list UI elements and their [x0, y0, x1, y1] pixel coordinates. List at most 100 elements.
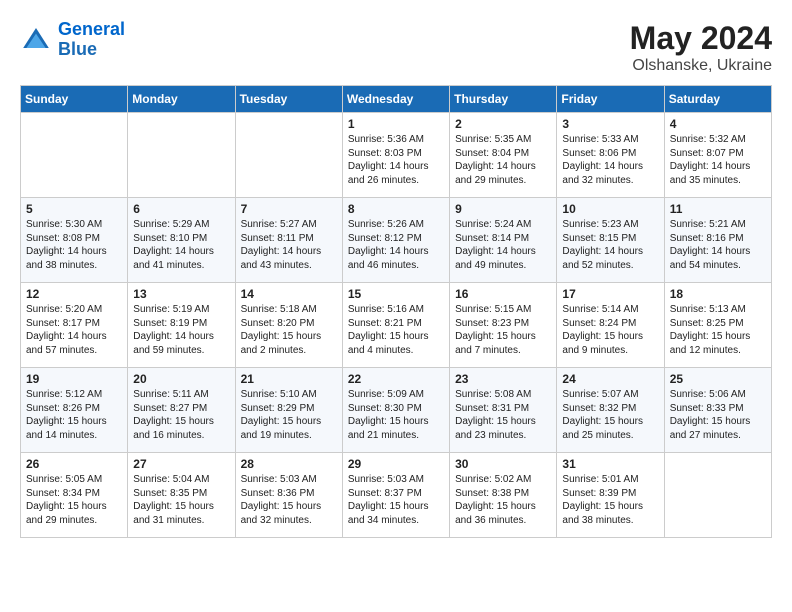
calendar-cell: 12 Sunrise: 5:20 AM Sunset: 8:17 PM Dayli…: [21, 283, 128, 368]
day-info: Sunrise: 5:06 AM Sunset: 8:33 PM Dayligh…: [670, 388, 766, 442]
day-number: 3: [562, 117, 658, 131]
calendar-cell: 22 Sunrise: 5:09 AM Sunset: 8:30 PM Dayli…: [342, 368, 449, 453]
calendar-cell: 27 Sunrise: 5:04 AM Sunset: 8:35 PM Dayli…: [128, 453, 235, 538]
day-info: Sunrise: 5:05 AM Sunset: 8:34 PM Dayligh…: [26, 473, 122, 527]
calendar-cell: 7 Sunrise: 5:27 AM Sunset: 8:11 PM Daylig…: [235, 198, 342, 283]
weekday-header: Monday: [128, 86, 235, 113]
day-number: 8: [348, 202, 444, 216]
calendar-cell: 16Sunrise: 5:15 AM Sunset: 8:23 PM Dayli…: [450, 283, 557, 368]
day-info: Sunrise: 5:35 AM Sunset: 8:04 PM Dayligh…: [455, 133, 551, 187]
day-number: 22: [348, 372, 444, 386]
day-info: Sunrise: 5:32 AM Sunset: 8:07 PM Dayligh…: [670, 133, 766, 187]
day-info: Sunrise: 5:36 AM Sunset: 8:03 PM Dayligh…: [348, 133, 444, 187]
calendar-cell: 15 Sunrise: 5:16 AM Sunset: 8:21 PM Dayli…: [342, 283, 449, 368]
calendar-cell: 8 Sunrise: 5:26 AM Sunset: 8:12 PM Daylig…: [342, 198, 449, 283]
day-info: Sunrise: 5:14 AM Sunset: 8:24 PM Dayligh…: [562, 303, 658, 357]
calendar-table: SundayMondayTuesdayWednesdayThursdayFrid…: [20, 85, 772, 538]
day-number: 19: [26, 372, 122, 386]
day-number: 28: [241, 457, 337, 471]
day-number: 4: [670, 117, 766, 131]
logo-line1: General: [58, 19, 125, 39]
calendar-cell: 31 Sunrise: 5:01 AM Sunset: 8:39 PM Dayli…: [557, 453, 664, 538]
calendar-week-row: 5Sunrise: 5:30 AM Sunset: 8:08 PM Daylig…: [21, 198, 772, 283]
day-number: 27: [133, 457, 229, 471]
day-number: 11: [670, 202, 766, 216]
logo: General Blue: [20, 20, 125, 60]
day-info: Sunrise: 5:16 AM Sunset: 8:21 PM Dayligh…: [348, 303, 444, 357]
day-info: Sunrise: 5:11 AM Sunset: 8:27 PM Dayligh…: [133, 388, 229, 442]
calendar-cell: 17 Sunrise: 5:14 AM Sunset: 8:24 PM Dayli…: [557, 283, 664, 368]
day-number: 12: [26, 287, 122, 301]
day-number: 31: [562, 457, 658, 471]
day-number: 7: [241, 202, 337, 216]
day-number: 20: [133, 372, 229, 386]
day-info: Sunrise: 5:01 AM Sunset: 8:39 PM Dayligh…: [562, 473, 658, 527]
day-number: 14: [241, 287, 337, 301]
weekday-header: Tuesday: [235, 86, 342, 113]
calendar-cell: 11 Sunrise: 5:21 AM Sunset: 8:16 PM Dayli…: [664, 198, 771, 283]
day-info: Sunrise: 5:08 AM Sunset: 8:31 PM Dayligh…: [455, 388, 551, 442]
calendar-cell: 20 Sunrise: 5:11 AM Sunset: 8:27 PM Dayli…: [128, 368, 235, 453]
day-info: Sunrise: 5:19 AM Sunset: 8:19 PM Dayligh…: [133, 303, 229, 357]
day-info: Sunrise: 5:04 AM Sunset: 8:35 PM Dayligh…: [133, 473, 229, 527]
calendar-cell: 3 Sunrise: 5:33 AM Sunset: 8:06 PM Daylig…: [557, 113, 664, 198]
day-info: Sunrise: 5:03 AM Sunset: 8:36 PM Dayligh…: [241, 473, 337, 527]
logo-icon: [20, 24, 52, 56]
day-info: Sunrise: 5:21 AM Sunset: 8:16 PM Dayligh…: [670, 218, 766, 272]
calendar-cell: 18 Sunrise: 5:13 AM Sunset: 8:25 PM Dayli…: [664, 283, 771, 368]
day-number: 5: [26, 202, 122, 216]
page-header: General Blue May 2024 Olshanske, Ukraine: [20, 20, 772, 75]
calendar-cell: 10 Sunrise: 5:23 AM Sunset: 8:15 PM Dayli…: [557, 198, 664, 283]
logo-text: General Blue: [58, 20, 125, 60]
logo-line2: Blue: [58, 39, 97, 59]
calendar-cell: 14Sunrise: 5:18 AM Sunset: 8:20 PM Dayli…: [235, 283, 342, 368]
calendar-cell: 25 Sunrise: 5:06 AM Sunset: 8:33 PM Dayli…: [664, 368, 771, 453]
day-number: 29: [348, 457, 444, 471]
day-info: Sunrise: 5:24 AM Sunset: 8:14 PM Dayligh…: [455, 218, 551, 272]
day-number: 21: [241, 372, 337, 386]
day-info: Sunrise: 5:09 AM Sunset: 8:30 PM Dayligh…: [348, 388, 444, 442]
calendar-cell: 28 Sunrise: 5:03 AM Sunset: 8:36 PM Dayli…: [235, 453, 342, 538]
day-number: 25: [670, 372, 766, 386]
calendar-cell: 29 Sunrise: 5:03 AM Sunset: 8:37 PM Dayli…: [342, 453, 449, 538]
day-number: 26: [26, 457, 122, 471]
day-number: 10: [562, 202, 658, 216]
day-info: Sunrise: 5:20 AM Sunset: 8:17 PM Dayligh…: [26, 303, 122, 357]
calendar-cell: [235, 113, 342, 198]
day-info: Sunrise: 5:23 AM Sunset: 8:15 PM Dayligh…: [562, 218, 658, 272]
day-info: Sunrise: 5:29 AM Sunset: 8:10 PM Dayligh…: [133, 218, 229, 272]
calendar-cell: 19 Sunrise: 5:12 AM Sunset: 8:26 PM Dayli…: [21, 368, 128, 453]
calendar-cell: 5Sunrise: 5:30 AM Sunset: 8:08 PM Daylig…: [21, 198, 128, 283]
day-info: Sunrise: 5:07 AM Sunset: 8:32 PM Dayligh…: [562, 388, 658, 442]
calendar-cell: 6Sunrise: 5:29 AM Sunset: 8:10 PM Daylig…: [128, 198, 235, 283]
location: Olshanske, Ukraine: [630, 57, 772, 75]
day-info: Sunrise: 5:33 AM Sunset: 8:06 PM Dayligh…: [562, 133, 658, 187]
day-number: 13: [133, 287, 229, 301]
calendar-week-row: 19 Sunrise: 5:12 AM Sunset: 8:26 PM Dayli…: [21, 368, 772, 453]
day-number: 17: [562, 287, 658, 301]
calendar-week-row: 26 Sunrise: 5:05 AM Sunset: 8:34 PM Dayli…: [21, 453, 772, 538]
day-number: 15: [348, 287, 444, 301]
day-info: Sunrise: 5:13 AM Sunset: 8:25 PM Dayligh…: [670, 303, 766, 357]
calendar-cell: 2Sunrise: 5:35 AM Sunset: 8:04 PM Daylig…: [450, 113, 557, 198]
calendar-cell: 21 Sunrise: 5:10 AM Sunset: 8:29 PM Dayli…: [235, 368, 342, 453]
weekday-header: Friday: [557, 86, 664, 113]
day-info: Sunrise: 5:02 AM Sunset: 8:38 PM Dayligh…: [455, 473, 551, 527]
calendar-week-row: 12 Sunrise: 5:20 AM Sunset: 8:17 PM Dayli…: [21, 283, 772, 368]
day-info: Sunrise: 5:12 AM Sunset: 8:26 PM Dayligh…: [26, 388, 122, 442]
day-info: Sunrise: 5:26 AM Sunset: 8:12 PM Dayligh…: [348, 218, 444, 272]
day-number: 24: [562, 372, 658, 386]
day-number: 9: [455, 202, 551, 216]
calendar-cell: 13 Sunrise: 5:19 AM Sunset: 8:19 PM Dayli…: [128, 283, 235, 368]
month-year: May 2024: [630, 20, 772, 57]
calendar-cell: [128, 113, 235, 198]
day-info: Sunrise: 5:27 AM Sunset: 8:11 PM Dayligh…: [241, 218, 337, 272]
calendar-cell: 4 Sunrise: 5:32 AM Sunset: 8:07 PM Daylig…: [664, 113, 771, 198]
weekday-header: Sunday: [21, 86, 128, 113]
weekday-header-row: SundayMondayTuesdayWednesdayThursdayFrid…: [21, 86, 772, 113]
day-number: 18: [670, 287, 766, 301]
day-info: Sunrise: 5:03 AM Sunset: 8:37 PM Dayligh…: [348, 473, 444, 527]
day-info: Sunrise: 5:15 AM Sunset: 8:23 PM Dayligh…: [455, 303, 551, 357]
weekday-header: Wednesday: [342, 86, 449, 113]
day-info: Sunrise: 5:10 AM Sunset: 8:29 PM Dayligh…: [241, 388, 337, 442]
